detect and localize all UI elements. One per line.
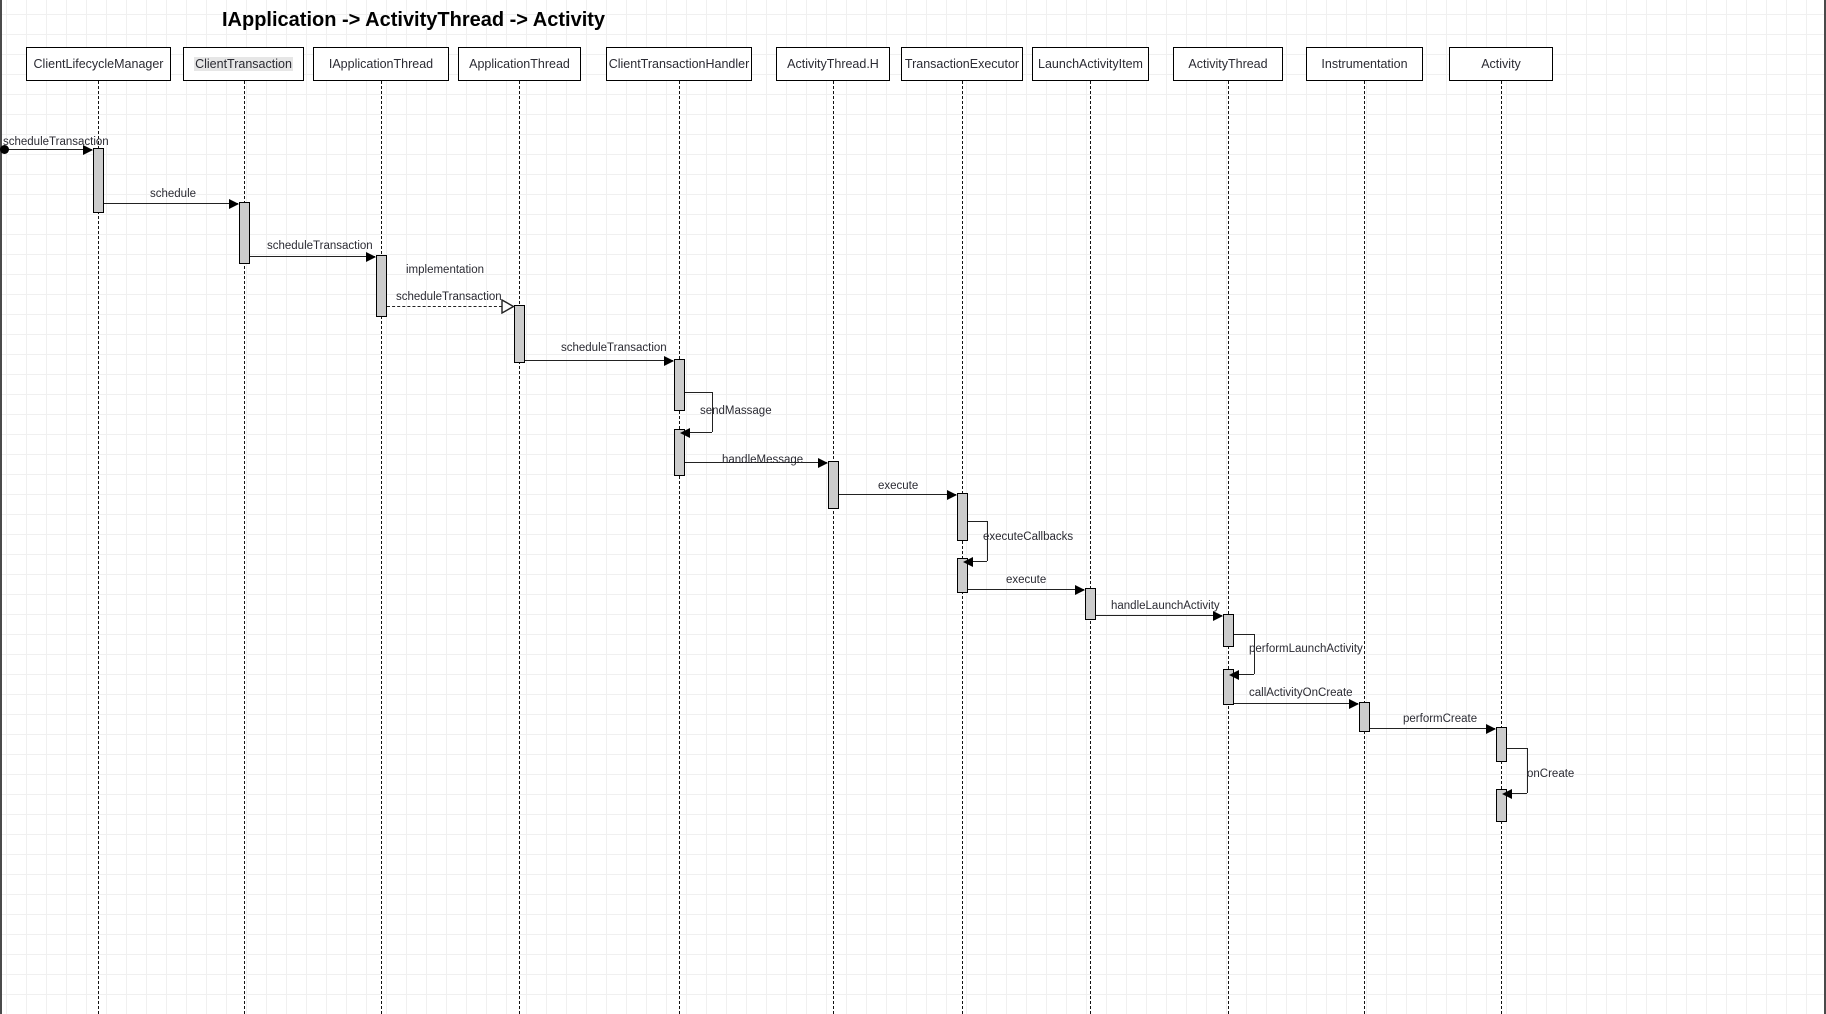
lifeline-label: LaunchActivityItem [1038, 57, 1143, 71]
message-line-m14 [1370, 728, 1495, 729]
message-line-m10 [968, 589, 1084, 590]
lifeline-box-activity-thread[interactable]: ActivityThread [1173, 47, 1283, 81]
message-label-m12: performLaunchActivity [1249, 643, 1363, 655]
lifeline-label: TransactionExecutor [904, 57, 1020, 71]
lifeline-stem-transaction-executor [962, 81, 963, 1014]
arrowhead-right-icon [947, 490, 957, 500]
message-line-m5 [525, 360, 673, 361]
lifeline-stem-instrumentation [1364, 81, 1365, 1014]
arrowhead-right-icon [818, 458, 828, 468]
self-message-top-m15 [1507, 748, 1527, 749]
lifeline-label: ActivityThread.H [787, 57, 879, 71]
lifeline-box-client-transaction-handler[interactable]: ClientTransactionHandler [606, 47, 752, 81]
lifeline-box-activity-thread-h[interactable]: ActivityThread.H [776, 47, 890, 81]
self-message-bottom-m9 [972, 561, 987, 562]
message-label-m14: performCreate [1403, 713, 1478, 725]
message-line-m3 [250, 256, 375, 257]
open-arrowhead-icon [501, 298, 515, 319]
activation-bar-client-transaction[interactable] [239, 202, 250, 264]
message-line-m2 [104, 203, 238, 204]
arrowhead-left-icon [680, 428, 690, 438]
lifeline-stem-client-transaction-handler [679, 81, 680, 1014]
activation-bar-transaction-executor[interactable] [957, 493, 968, 541]
lifeline-box-instrumentation[interactable]: Instrumentation [1306, 47, 1423, 81]
message-label-m8: execute [878, 480, 919, 492]
arrowhead-right-icon [366, 252, 376, 262]
lifeline-label: ClientTransactionHandler [608, 57, 750, 71]
arrowhead-right-icon [1349, 699, 1359, 709]
lifeline-label: Instrumentation [1321, 57, 1408, 71]
lifeline-stem-activity-thread [1228, 81, 1229, 1014]
self-message-bottom-m6 [689, 432, 712, 433]
self-message-bottom-m12 [1238, 674, 1254, 675]
message-line-m1 [1, 149, 92, 150]
message-label-m1: scheduleTransaction [3, 136, 109, 148]
message-line-m4 [387, 306, 502, 307]
arrowhead-right-icon [1486, 724, 1496, 734]
self-message-top-m6 [685, 392, 712, 393]
message-label-m2: schedule [150, 188, 197, 200]
message-line-m13 [1234, 703, 1358, 704]
message-label-m3: scheduleTransaction [267, 240, 373, 252]
arrowhead-right-icon [1213, 611, 1223, 621]
lifeline-box-application-thread[interactable]: ApplicationThread [458, 47, 581, 81]
arrowhead-left-icon [963, 557, 973, 567]
message-label-m15: onCreate [1527, 768, 1575, 780]
message-label-m10: execute [1006, 574, 1047, 586]
activation-bar-client-transaction-handler[interactable] [674, 359, 685, 411]
sequence-diagram-canvas: IApplication -> ActivityThread -> Activi… [0, 0, 1826, 1014]
activation-bar-application-thread[interactable] [514, 305, 525, 363]
activation-bar-launch-activity-item[interactable] [1085, 588, 1096, 620]
lifeline-stem-activity [1501, 81, 1502, 1014]
message-line-m8 [839, 494, 956, 495]
message-label-m5: scheduleTransaction [561, 342, 667, 354]
lifeline-label: ClientTransaction [194, 57, 293, 71]
self-message-bottom-m15 [1511, 793, 1527, 794]
message-label-m13: callActivityOnCreate [1249, 687, 1353, 699]
start-point-icon [0, 145, 9, 154]
lifeline-stem-application-thread [519, 81, 520, 1014]
arrowhead-right-icon [1075, 585, 1085, 595]
lifeline-label: ActivityThread [1188, 57, 1268, 71]
activation-bar-activity-thread-h[interactable] [828, 461, 839, 509]
activation-bar-activity-thread[interactable] [1223, 614, 1234, 647]
self-message-top-m12 [1234, 634, 1254, 635]
activation-bar-activity[interactable] [1496, 727, 1507, 762]
message-label-m4: scheduleTransaction [396, 291, 502, 303]
lifeline-box-client-lifecycle-manager[interactable]: ClientLifecycleManager [26, 47, 171, 81]
lifeline-label: ApplicationThread [469, 57, 570, 71]
self-message-top-m9 [968, 521, 987, 522]
lifeline-stem-launch-activity-item [1090, 81, 1091, 1014]
message-label-m6: sendMassage [700, 405, 772, 417]
arrowhead-left-icon [1502, 789, 1512, 799]
lifeline-label: ClientLifecycleManager [33, 57, 164, 71]
activation-bar-instrumentation[interactable] [1359, 702, 1370, 732]
lifeline-label: Activity [1481, 57, 1521, 71]
message-line-m11 [1096, 615, 1222, 616]
lifeline-box-client-transaction[interactable]: ClientTransaction [183, 47, 304, 81]
activation-bar-iapplication-thread[interactable] [376, 255, 387, 317]
message-note-m4: implementation [406, 264, 484, 276]
lifeline-box-activity[interactable]: Activity [1449, 47, 1553, 81]
lifeline-stem-client-lifecycle-manager [98, 81, 99, 1014]
lifeline-box-iapplication-thread[interactable]: IApplicationThread [313, 47, 449, 81]
arrowhead-right-icon [229, 199, 239, 209]
lifeline-label: IApplicationThread [328, 57, 434, 71]
lifeline-stem-iapplication-thread [381, 81, 382, 1014]
arrowhead-right-icon [664, 356, 674, 366]
lifeline-stem-activity-thread-h [833, 81, 834, 1014]
page-title: IApplication -> ActivityThread -> Activi… [222, 9, 606, 31]
lifeline-box-transaction-executor[interactable]: TransactionExecutor [901, 47, 1023, 81]
activation-bar-client-lifecycle-manager[interactable] [93, 148, 104, 213]
message-label-m11: handleLaunchActivity [1111, 600, 1220, 612]
message-label-m7: handleMessage [722, 454, 804, 466]
lifeline-box-launch-activity-item[interactable]: LaunchActivityItem [1032, 47, 1149, 81]
message-label-m9: executeCallbacks [983, 531, 1074, 543]
arrowhead-left-icon [1229, 670, 1239, 680]
